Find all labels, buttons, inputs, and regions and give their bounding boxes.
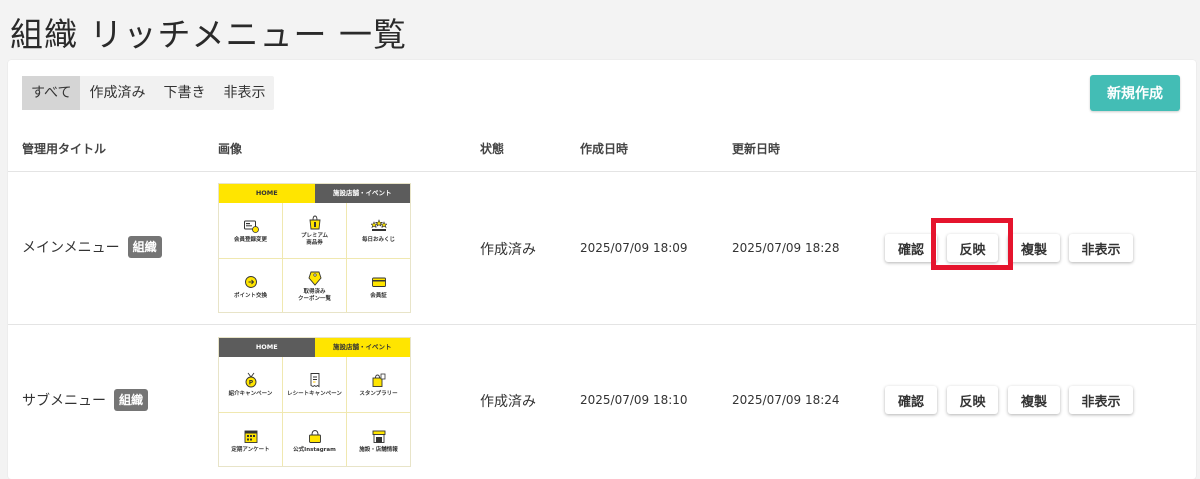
duplicate-button[interactable]: 複製	[1008, 234, 1060, 262]
thumbnail-cell: 会員証	[347, 259, 410, 312]
thumbnail-cell: レシートキャンペーン	[283, 357, 346, 412]
table-row: サブメニュー 組織 HOME 施設店舗・イベント P 紹介キャンペーン レシート…	[8, 325, 1196, 477]
thumbnail-grid: 会員登録変更 プレミアム 商品券 毎日おみくじ ポイント交換 取得済み クーポン一覧	[219, 203, 410, 312]
column-header-status: 状態	[480, 142, 505, 156]
column-header-updated: 更新日時	[732, 142, 781, 156]
rich-menu-thumbnail: HOME 施設店舗・イベント P 紹介キャンペーン レシートキャンペーン スタン…	[218, 337, 411, 467]
thumbnail-grid: P 紹介キャンペーン レシートキャンペーン スタンプラリー 定期アンケート 公式…	[219, 357, 410, 466]
confirm-button[interactable]: 確認	[885, 234, 937, 262]
filter-tab-all[interactable]: すべて	[22, 76, 81, 110]
stamp-bag-icon	[372, 373, 385, 387]
thumbnail-label: 施設・店舗情報	[359, 446, 398, 453]
row-title: メインメニュー 組織	[22, 236, 162, 258]
thumbnail-cell: 公式Instagram	[283, 413, 346, 466]
filter-tab-created[interactable]: 作成済み	[80, 76, 154, 110]
thumbnail-cell: 会員登録変更	[219, 203, 282, 258]
org-badge: 組織	[114, 389, 149, 411]
thumbnail-label: レシートキャンペーン	[287, 390, 342, 397]
thumbnail-tab-facility: 施設店舗・イベント	[314, 184, 410, 203]
row-created-date: 2025/07/09 18:09	[580, 241, 688, 255]
thumbnail-label: スタンプラリー	[359, 390, 398, 397]
thumbnail-label: 公式Instagram	[293, 446, 336, 453]
row-status: 作成済み	[480, 394, 536, 410]
apply-button[interactable]: 反映	[947, 386, 998, 414]
page-title: 組織 リッチメニュー 一覧	[10, 15, 407, 54]
coin-exchange-icon	[244, 275, 257, 288]
thumbnail-cell: 施設・店舗情報	[347, 413, 410, 466]
column-header-created: 作成日時	[580, 142, 629, 156]
hide-button[interactable]: 非表示	[1069, 234, 1133, 262]
thumbnail-label: 紹介キャンペーン	[228, 390, 273, 397]
thumbnail-label: 毎日おみくじ	[361, 236, 395, 243]
hide-button[interactable]: 非表示	[1069, 386, 1133, 414]
id-card-icon	[371, 277, 386, 287]
row-status: 作成済み	[480, 242, 536, 258]
filter-tab-hidden[interactable]: 非表示	[214, 76, 274, 110]
filter-tabs: すべて 作成済み 下書き 非表示	[22, 76, 275, 110]
thumbnail-cell: 取得済み クーポン一覧	[283, 259, 346, 312]
receipt-icon	[310, 372, 319, 387]
filter-tab-draft[interactable]: 下書き	[154, 76, 214, 110]
stars-icon	[370, 218, 387, 231]
org-badge: 組織	[127, 236, 162, 258]
highlight-annotation	[931, 218, 1013, 270]
column-header-title: 管理用タイトル	[22, 142, 107, 156]
duplicate-button[interactable]: 複製	[1008, 386, 1060, 414]
medal-icon: P	[245, 372, 256, 388]
menu-list-card: すべて 作成済み 下書き 非表示 新規作成 管理用タイトル 画像 状態 作成日時…	[8, 60, 1196, 479]
new-menu-button[interactable]: 新規作成	[1090, 75, 1180, 111]
row-created-date: 2025/07/09 18:10	[580, 393, 688, 407]
thumbnail-cell: ポイント交換	[219, 259, 282, 312]
column-header-image: 画像	[218, 142, 243, 156]
lock-bag-icon	[308, 429, 321, 443]
thumbnail-tabs: HOME 施設店舗・イベント	[219, 338, 410, 357]
calendar-icon	[244, 430, 257, 443]
thumbnail-cell: スタンプラリー	[347, 357, 410, 412]
thumbnail-tab-facility: 施設店舗・イベント	[314, 338, 410, 357]
rich-menu-thumbnail: HOME 施設店舗・イベント 会員登録変更 プレミアム 商品券 毎日おみくじ ポ…	[218, 183, 411, 313]
thumbnail-label: 会員証	[370, 292, 387, 299]
thumbnail-cell: 毎日おみくじ	[347, 203, 410, 258]
gift-bag-icon	[308, 215, 321, 230]
thumbnail-label: 会員登録変更	[233, 236, 267, 243]
row-title-text: メインメニュー	[22, 240, 120, 256]
thumbnail-cell: 定期アンケート	[219, 413, 282, 466]
thumbnail-label: 取得済み クーポン一覧	[297, 289, 331, 302]
thumbnail-cell: P 紹介キャンペーン	[219, 357, 282, 412]
coupon-tag-icon	[307, 271, 322, 286]
row-title-text: サブメニュー	[22, 393, 106, 409]
confirm-button[interactable]: 確認	[885, 386, 937, 414]
member-card-icon	[243, 220, 259, 233]
thumbnail-cell: プレミアム 商品券	[283, 203, 346, 258]
row-updated-date: 2025/07/09 18:28	[732, 241, 840, 255]
thumbnail-tabs: HOME 施設店舗・イベント	[219, 184, 410, 203]
thumbnail-label: ポイント交換	[233, 292, 267, 299]
thumbnail-label: 定期アンケート	[231, 446, 270, 453]
thumbnail-tab-home: HOME	[219, 338, 315, 357]
thumbnail-tab-home: HOME	[219, 184, 315, 203]
shop-icon	[372, 430, 385, 443]
thumbnail-label: プレミアム 商品券	[300, 233, 329, 246]
table-row: メインメニュー 組織 HOME 施設店舗・イベント 会員登録変更 プレミアム 商品…	[8, 172, 1196, 324]
svg-text:P: P	[248, 379, 253, 386]
row-title: サブメニュー 組織	[22, 389, 149, 411]
row-updated-date: 2025/07/09 18:24	[732, 393, 840, 407]
